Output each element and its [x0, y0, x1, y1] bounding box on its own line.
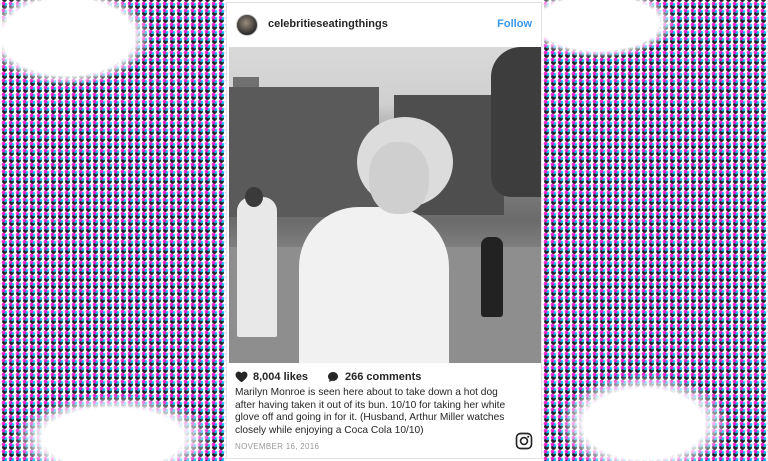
comment-bubble-icon[interactable] — [327, 371, 339, 383]
post-header: celebritieseatingthings Follow — [227, 3, 541, 47]
photo-woman-face — [369, 142, 429, 214]
post-photo[interactable] — [229, 47, 541, 363]
likes-count[interactable]: 8,004 likes — [253, 371, 308, 383]
photo-cola-bottle — [481, 237, 503, 317]
instagram-icon[interactable] — [515, 432, 533, 450]
photo-woman-dress — [299, 207, 449, 363]
instagram-post-card: celebritieseatingthings Follow 8,004 lik… — [226, 2, 542, 459]
follow-button[interactable]: Follow — [497, 18, 532, 30]
post-caption: Marilyn Monroe is seen here about to tak… — [235, 387, 506, 436]
username[interactable]: celebritieseatingthings — [268, 18, 388, 30]
avatar[interactable] — [236, 14, 258, 36]
photo-man-head — [245, 187, 263, 207]
halftone-background-left — [0, 0, 226, 461]
comments-count[interactable]: 266 comments — [345, 371, 421, 383]
photo-man-glasses — [491, 47, 541, 197]
post-actions: 8,004 likes 266 comments — [235, 371, 535, 385]
halftone-background-right — [542, 0, 768, 461]
photo-man-white-jacket — [237, 197, 277, 337]
heart-icon[interactable] — [235, 371, 248, 383]
post-date: NOVEMBER 16, 2016 — [235, 442, 320, 451]
